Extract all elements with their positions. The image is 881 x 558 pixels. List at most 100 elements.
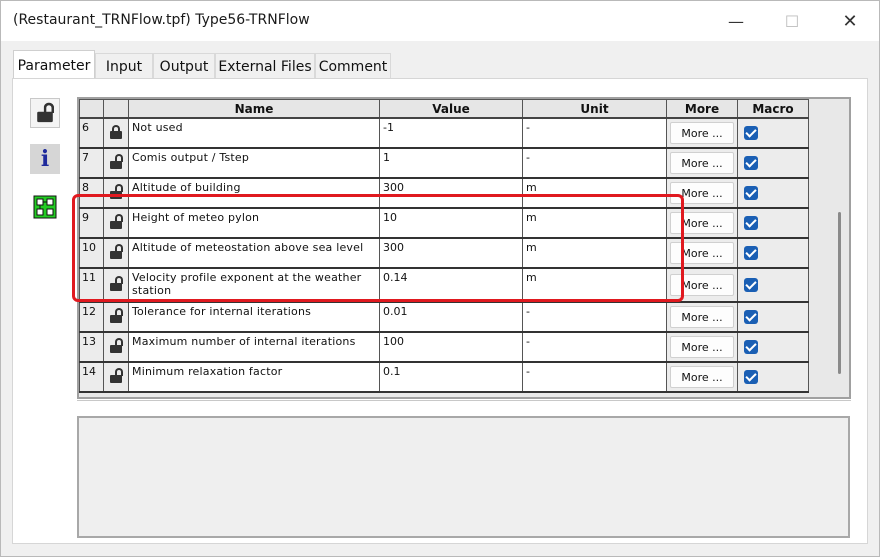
parameter-value[interactable]: -1: [379, 117, 523, 149]
macro-checkbox[interactable]: [744, 216, 758, 230]
parameter-unit[interactable]: -: [522, 117, 667, 149]
unlock-icon: [110, 275, 123, 291]
more-button[interactable]: More ...: [670, 212, 734, 234]
more-button[interactable]: More ...: [670, 182, 734, 204]
grid-divider: [77, 400, 851, 401]
parameter-value[interactable]: 1: [379, 147, 523, 179]
lock-toggle[interactable]: [103, 361, 129, 393]
lock-toggle[interactable]: [103, 301, 129, 333]
macro-checkbox[interactable]: [744, 186, 758, 200]
lock-toggle[interactable]: [103, 147, 129, 179]
tab-input[interactable]: Input: [95, 53, 153, 79]
vertical-scrollbar[interactable]: [838, 212, 841, 374]
more-cell: More ...: [666, 177, 738, 209]
table-row[interactable]: 13 Maximum number of internal iterations 1…: [79, 331, 809, 363]
more-button[interactable]: More ...: [670, 122, 734, 144]
row-index: 11: [79, 267, 104, 303]
more-button[interactable]: More ...: [670, 306, 734, 328]
parameter-name: Height of meteo pylon: [128, 207, 380, 239]
parameter-name: Comis output / Tstep: [128, 147, 380, 179]
macro-checkbox[interactable]: [744, 310, 758, 324]
more-button[interactable]: More ...: [670, 274, 734, 296]
macro-checkbox[interactable]: [744, 156, 758, 170]
table-row[interactable]: 9 Height of meteo pylon 10 m More ...: [79, 207, 809, 239]
more-button[interactable]: More ...: [670, 152, 734, 174]
maximize-button[interactable]: ☐: [769, 1, 815, 41]
header-macro[interactable]: Macro: [737, 99, 809, 119]
unlock-icon: [110, 367, 123, 383]
header-name[interactable]: Name: [128, 99, 380, 119]
parameter-value[interactable]: 0.14: [379, 267, 523, 303]
unlock-icon: [110, 307, 123, 323]
row-index: 8: [79, 177, 104, 209]
parameter-value[interactable]: 0.1: [379, 361, 523, 393]
more-cell: More ...: [666, 117, 738, 149]
parameter-value[interactable]: 10: [379, 207, 523, 239]
lock-toggle[interactable]: [103, 267, 129, 303]
more-button[interactable]: More ...: [670, 242, 734, 264]
tab-parameter[interactable]: Parameter: [13, 50, 95, 80]
macro-checkbox[interactable]: [744, 340, 758, 354]
row-index: 14: [79, 361, 104, 393]
parameter-unit[interactable]: m: [522, 267, 667, 303]
lock-toggle[interactable]: [103, 117, 129, 149]
macro-cell: [737, 237, 809, 269]
info-button[interactable]: i: [30, 144, 60, 174]
header-more[interactable]: More: [666, 99, 738, 119]
macro-checkbox[interactable]: [744, 126, 758, 140]
lock-toggle[interactable]: [103, 207, 129, 239]
macro-cell: [737, 301, 809, 333]
macro-checkbox[interactable]: [744, 278, 758, 292]
parameter-unit[interactable]: m: [522, 207, 667, 239]
header-lock: [103, 99, 129, 119]
component-button[interactable]: [30, 192, 60, 222]
tab-output[interactable]: Output: [153, 53, 215, 79]
parameter-name: Altitude of meteostation above sea level: [128, 237, 380, 269]
parameter-name: Altitude of building: [128, 177, 380, 209]
parameter-grid: Name Value Unit More Macro 6 Not used -1- M…: [77, 97, 851, 399]
description-box: [77, 416, 850, 538]
table-row[interactable]: 11 Velocity profile exponent at the weath…: [79, 267, 809, 303]
unlock-all-button[interactable]: [30, 98, 60, 128]
more-button[interactable]: More ...: [670, 336, 734, 358]
tab-external-files[interactable]: External Files: [215, 53, 315, 79]
parameter-value[interactable]: 0.01: [379, 301, 523, 333]
parameter-unit[interactable]: m: [522, 177, 667, 209]
parameter-unit[interactable]: -: [522, 331, 667, 363]
table-row[interactable]: 6 Not used -1- More ...: [79, 117, 809, 149]
close-button[interactable]: ✕: [827, 1, 873, 41]
table-row[interactable]: 7 Comis output / Tstep 1- More ...: [79, 147, 809, 179]
lock-toggle[interactable]: [103, 237, 129, 269]
header-value[interactable]: Value: [379, 99, 523, 119]
macro-checkbox[interactable]: [744, 246, 758, 260]
parameter-name: Tolerance for internal iterations: [128, 301, 380, 333]
row-index: 12: [79, 301, 104, 333]
header-unit[interactable]: Unit: [522, 99, 667, 119]
table-row[interactable]: 12 Tolerance for internal iterations 0.01-…: [79, 301, 809, 333]
lock-toggle[interactable]: [103, 177, 129, 209]
lock-toggle[interactable]: [103, 331, 129, 363]
parameter-unit[interactable]: -: [522, 147, 667, 179]
parameter-unit[interactable]: m: [522, 237, 667, 269]
parameter-value[interactable]: 300: [379, 237, 523, 269]
row-index: 6: [79, 117, 104, 149]
parameter-name: Velocity profile exponent at the weather…: [128, 267, 380, 303]
macro-cell: [737, 147, 809, 179]
macro-cell: [737, 267, 809, 303]
table-row[interactable]: 10 Altitude of meteostation above sea lev…: [79, 237, 809, 269]
parameter-unit[interactable]: -: [522, 301, 667, 333]
tab-comment[interactable]: Comment: [315, 53, 391, 79]
more-button[interactable]: More ...: [670, 366, 734, 388]
parameter-unit[interactable]: -: [522, 361, 667, 393]
parameter-name: Minimum relaxation factor: [128, 361, 380, 393]
table-row[interactable]: 8 Altitude of building 300 m More ...: [79, 177, 809, 209]
macro-cell: [737, 117, 809, 149]
unlock-icon: [110, 183, 123, 199]
parameter-value[interactable]: 300: [379, 177, 523, 209]
macro-checkbox[interactable]: [744, 370, 758, 384]
unlock-icon: [110, 243, 123, 259]
parameter-value[interactable]: 100: [379, 331, 523, 363]
table-row[interactable]: 14 Minimum relaxation factor 0.1- More ...: [79, 361, 809, 393]
row-index: 7: [79, 147, 104, 179]
minimize-button[interactable]: —: [713, 1, 759, 41]
